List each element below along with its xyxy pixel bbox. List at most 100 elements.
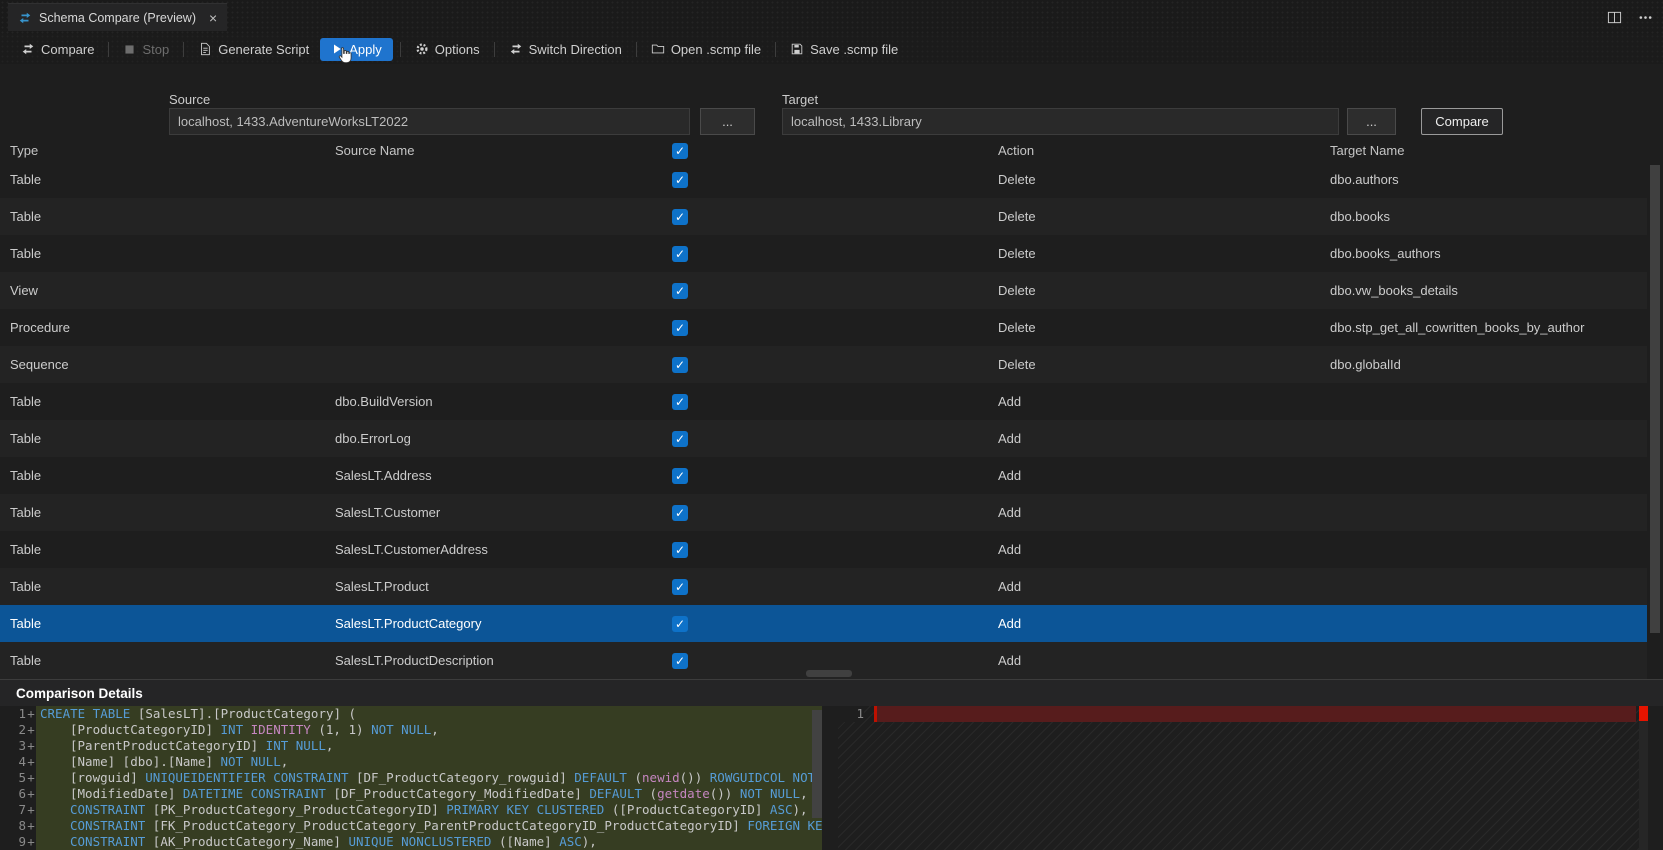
table-row[interactable]: Table SalesLT.Customer ✓ Add: [0, 494, 1647, 531]
table-row[interactable]: Table ✓ Delete dbo.books: [0, 198, 1647, 235]
play-icon: [331, 43, 343, 55]
tab-schema-compare[interactable]: Schema Compare (Preview) ×: [8, 3, 228, 31]
row-action: Add: [998, 468, 1022, 483]
row-type: Sequence: [10, 357, 69, 372]
row-source-name: SalesLT.CustomerAddress: [335, 542, 488, 557]
row-type: Table: [10, 246, 42, 261]
target-input[interactable]: [782, 108, 1339, 135]
row-checkbox[interactable]: ✓: [672, 393, 688, 410]
row-checkbox-cell: ✓: [672, 652, 714, 669]
row-action: Delete: [998, 172, 1036, 187]
row-checkbox-cell: ✓: [672, 171, 714, 188]
row-target-name: dbo.stp_get_all_cowritten_books_by_autho…: [1330, 320, 1585, 335]
row-type: View: [10, 283, 38, 298]
stop-button[interactable]: Stop: [114, 38, 178, 61]
compare-toolbar-button[interactable]: Compare: [12, 38, 103, 61]
header-checkbox-cell: ✓: [672, 142, 714, 159]
save-icon: [790, 42, 804, 56]
row-checkbox[interactable]: ✓: [672, 504, 688, 521]
row-checkbox[interactable]: ✓: [672, 245, 688, 262]
diff-source-pane[interactable]: 1 + CREATE TABLE [SalesLT].[ProductCategor…: [0, 706, 822, 850]
switch-direction-button[interactable]: Switch Direction: [500, 38, 631, 61]
grid-horizontal-scrollbar-thumb[interactable]: [806, 670, 852, 677]
row-target-name: dbo.books: [1330, 209, 1390, 224]
row-source-name: SalesLT.Product: [335, 579, 429, 594]
table-row[interactable]: Sequence ✓ Delete dbo.globalId: [0, 346, 1647, 383]
row-checkbox[interactable]: ✓: [672, 541, 688, 558]
options-button[interactable]: Options: [406, 38, 489, 61]
table-row[interactable]: Table SalesLT.Address ✓ Add: [0, 457, 1647, 494]
diff-overview-ruler[interactable]: [1639, 706, 1648, 850]
generate-script-button[interactable]: Generate Script: [189, 38, 318, 61]
table-row[interactable]: Table dbo.ErrorLog ✓ Add: [0, 420, 1647, 457]
row-source-name: SalesLT.Address: [335, 468, 432, 483]
header-type[interactable]: Type: [10, 143, 335, 158]
row-checkbox[interactable]: ✓: [672, 578, 688, 595]
row-source-name: SalesLT.Customer: [335, 505, 441, 520]
table-row[interactable]: Table SalesLT.ProductCategory ✓ Add: [0, 605, 1647, 642]
row-checkbox[interactable]: ✓: [672, 430, 688, 447]
row-checkbox[interactable]: ✓: [672, 467, 688, 484]
apply-button[interactable]: Apply: [320, 37, 393, 61]
table-row[interactable]: Table dbo.BuildVersion ✓ Add: [0, 383, 1647, 420]
target-browse-button[interactable]: ...: [1347, 108, 1396, 135]
table-row[interactable]: Procedure ✓ Delete dbo.stp_get_all_cowritte…: [0, 309, 1647, 346]
row-checkbox-cell: ✓: [672, 208, 714, 225]
row-checkbox[interactable]: ✓: [672, 652, 688, 669]
row-checkbox[interactable]: ✓: [672, 208, 688, 225]
header-source-name[interactable]: Source Name: [335, 143, 672, 158]
open-scmp-button[interactable]: Open .scmp file: [642, 38, 770, 61]
grid-vertical-scrollbar-thumb[interactable]: [1650, 165, 1660, 633]
row-action: Add: [998, 653, 1022, 668]
source-browse-button[interactable]: ...: [700, 108, 755, 135]
row-source-name: SalesLT.ProductDescription: [335, 653, 494, 668]
more-actions-icon[interactable]: [1638, 10, 1653, 25]
save-scmp-button[interactable]: Save .scmp file: [781, 38, 907, 61]
row-checkbox[interactable]: ✓: [672, 356, 688, 373]
generate-script-label: Generate Script: [218, 41, 310, 57]
header-action[interactable]: Action: [998, 143, 1330, 158]
compare-run-button[interactable]: Compare: [1421, 108, 1503, 135]
row-checkbox-cell: ✓: [672, 356, 714, 373]
grid-body: Table ✓ Delete dbo.authors Table ✓ Delete dbo.b…: [0, 161, 1647, 679]
row-checkbox[interactable]: ✓: [672, 319, 688, 336]
toolbar-separator: [493, 41, 495, 57]
row-checkbox[interactable]: ✓: [672, 615, 688, 632]
split-editor-icon[interactable]: [1607, 10, 1622, 25]
row-type: Table: [10, 579, 42, 594]
row-action: Add: [998, 431, 1022, 446]
grid-vertical-scrollbar[interactable]: [1649, 161, 1661, 679]
table-row[interactable]: Table ✓ Delete dbo.authors: [0, 161, 1647, 198]
table-row[interactable]: Table SalesLT.Product ✓ Add: [0, 568, 1647, 605]
table-row[interactable]: Table ✓ Delete dbo.books_authors: [0, 235, 1647, 272]
compare-icon: [21, 42, 35, 56]
row-action: Delete: [998, 246, 1036, 261]
comparison-details-header: Comparison Details: [0, 679, 1663, 706]
table-row[interactable]: View ✓ Delete dbo.vw_books_details: [0, 272, 1647, 309]
target-label: Target: [782, 92, 819, 107]
row-type: Table: [10, 542, 42, 557]
row-target-name: dbo.globalId: [1330, 357, 1401, 372]
tab-close-icon[interactable]: ×: [209, 10, 217, 26]
row-type: Table: [10, 616, 42, 631]
open-file-icon: [651, 42, 665, 56]
schema-compare-window: Schema Compare (Preview) × Compare Stop: [0, 0, 1663, 850]
row-checkbox-cell: ✓: [672, 467, 714, 484]
row-checkbox-cell: ✓: [672, 282, 714, 299]
header-target-name[interactable]: Target Name: [1330, 143, 1647, 158]
row-checkbox-cell: ✓: [672, 615, 714, 632]
diff-added-line: 7 + CONSTRAINT [PK_ProductCategory_Product…: [0, 802, 822, 818]
row-checkbox[interactable]: ✓: [672, 171, 688, 188]
comparison-details-title: Comparison Details: [16, 685, 143, 701]
diff-target-pane[interactable]: 1: [838, 706, 1648, 850]
source-input[interactable]: [169, 108, 690, 135]
stop-label: Stop: [142, 41, 170, 57]
row-action: Delete: [998, 320, 1036, 335]
diff-added-line: 4 + [Name] [dbo].[Name] NOT NULL,: [0, 754, 822, 770]
diff-left-scrollbar-thumb[interactable]: [812, 710, 822, 818]
header-checkbox[interactable]: ✓: [672, 142, 688, 159]
table-row[interactable]: Table SalesLT.CustomerAddress ✓ Add: [0, 531, 1647, 568]
row-type: Table: [10, 505, 42, 520]
gear-icon: [415, 42, 429, 56]
row-checkbox[interactable]: ✓: [672, 282, 688, 299]
